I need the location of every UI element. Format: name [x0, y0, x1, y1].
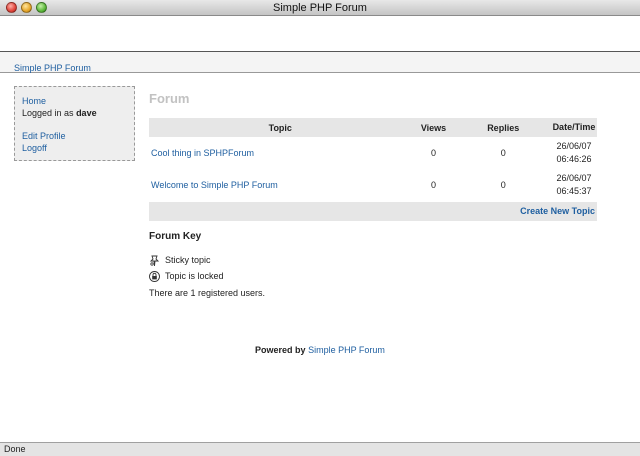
login-status-prefix: Logged in as [22, 108, 74, 118]
column-header-datetime[interactable]: Date/Time [550, 118, 597, 137]
status-text: Done [4, 444, 26, 454]
table-header-row: Topic Views Replies Date/Time [149, 118, 597, 137]
forum-key-heading: Forum Key [149, 231, 202, 242]
registered-users-count: There are 1 registered users. [149, 288, 266, 298]
page-footer: Powered by Simple PHP Forum [0, 345, 640, 355]
topic-views: 0 [430, 180, 436, 190]
forum-main: Forum Topic Views Replies Date/Time Cool… [149, 91, 597, 298]
column-header-views[interactable]: Views [411, 118, 456, 137]
topics-table: Topic Views Replies Date/Time Cool thing… [149, 118, 597, 201]
key-row-sticky: Sticky topic [149, 253, 211, 267]
topic-link[interactable]: Welcome to Simple PHP Forum [151, 180, 278, 190]
login-status: Logged in as dave [22, 107, 127, 119]
page-title: Forum [149, 91, 190, 106]
topic-link[interactable]: Cool thing in SPHPForum [151, 148, 254, 158]
sticky-label: Sticky topic [165, 255, 211, 265]
locked-label: Topic is locked [165, 271, 224, 281]
key-row-locked: Topic is locked [149, 269, 224, 283]
topic-date: 26/06/07 [556, 141, 592, 151]
create-new-topic-link[interactable]: Create New Topic [520, 206, 595, 216]
topic-datetime: 26/06/07 06:46:26 [551, 137, 597, 169]
window-title: Simple PHP Forum [273, 2, 367, 14]
lock-icon [149, 271, 160, 283]
edit-profile-link[interactable]: Edit Profile [22, 131, 66, 141]
create-topic-bar: Create New Topic [149, 202, 597, 221]
username: dave [76, 108, 97, 118]
powered-by-label: Powered by [255, 345, 306, 355]
column-header-topic[interactable]: Topic [149, 118, 412, 137]
page-header-area [0, 16, 640, 51]
topic-date: 26/06/07 [556, 173, 592, 183]
topic-replies: 0 [500, 180, 506, 190]
topic-replies: 0 [500, 148, 506, 158]
table-row: Cool thing in SPHPForum 0 0 26/06/07 06:… [149, 137, 597, 169]
site-home-link[interactable]: Simple PHP Forum [14, 63, 91, 73]
topic-views: 0 [430, 148, 436, 158]
user-panel: Home Logged in as dave Edit Profile Logo… [14, 86, 135, 161]
window-title-bar: Simple PHP Forum [0, 0, 640, 16]
table-row: Welcome to Simple PHP Forum 0 0 26/06/07… [149, 169, 597, 201]
top-nav-bar: Simple PHP Forum [0, 51, 640, 73]
home-link[interactable]: Home [22, 96, 46, 106]
column-header-replies[interactable]: Replies [455, 118, 551, 137]
footer-project-link[interactable]: Simple PHP Forum [308, 345, 385, 355]
browser-status-bar: Done [0, 442, 640, 456]
topic-time: 06:46:26 [556, 154, 592, 164]
logoff-link[interactable]: Logoff [22, 143, 47, 153]
topic-datetime: 26/06/07 06:45:37 [551, 169, 597, 201]
topic-time: 06:45:37 [556, 186, 592, 196]
sticky-pin-icon [149, 255, 160, 267]
